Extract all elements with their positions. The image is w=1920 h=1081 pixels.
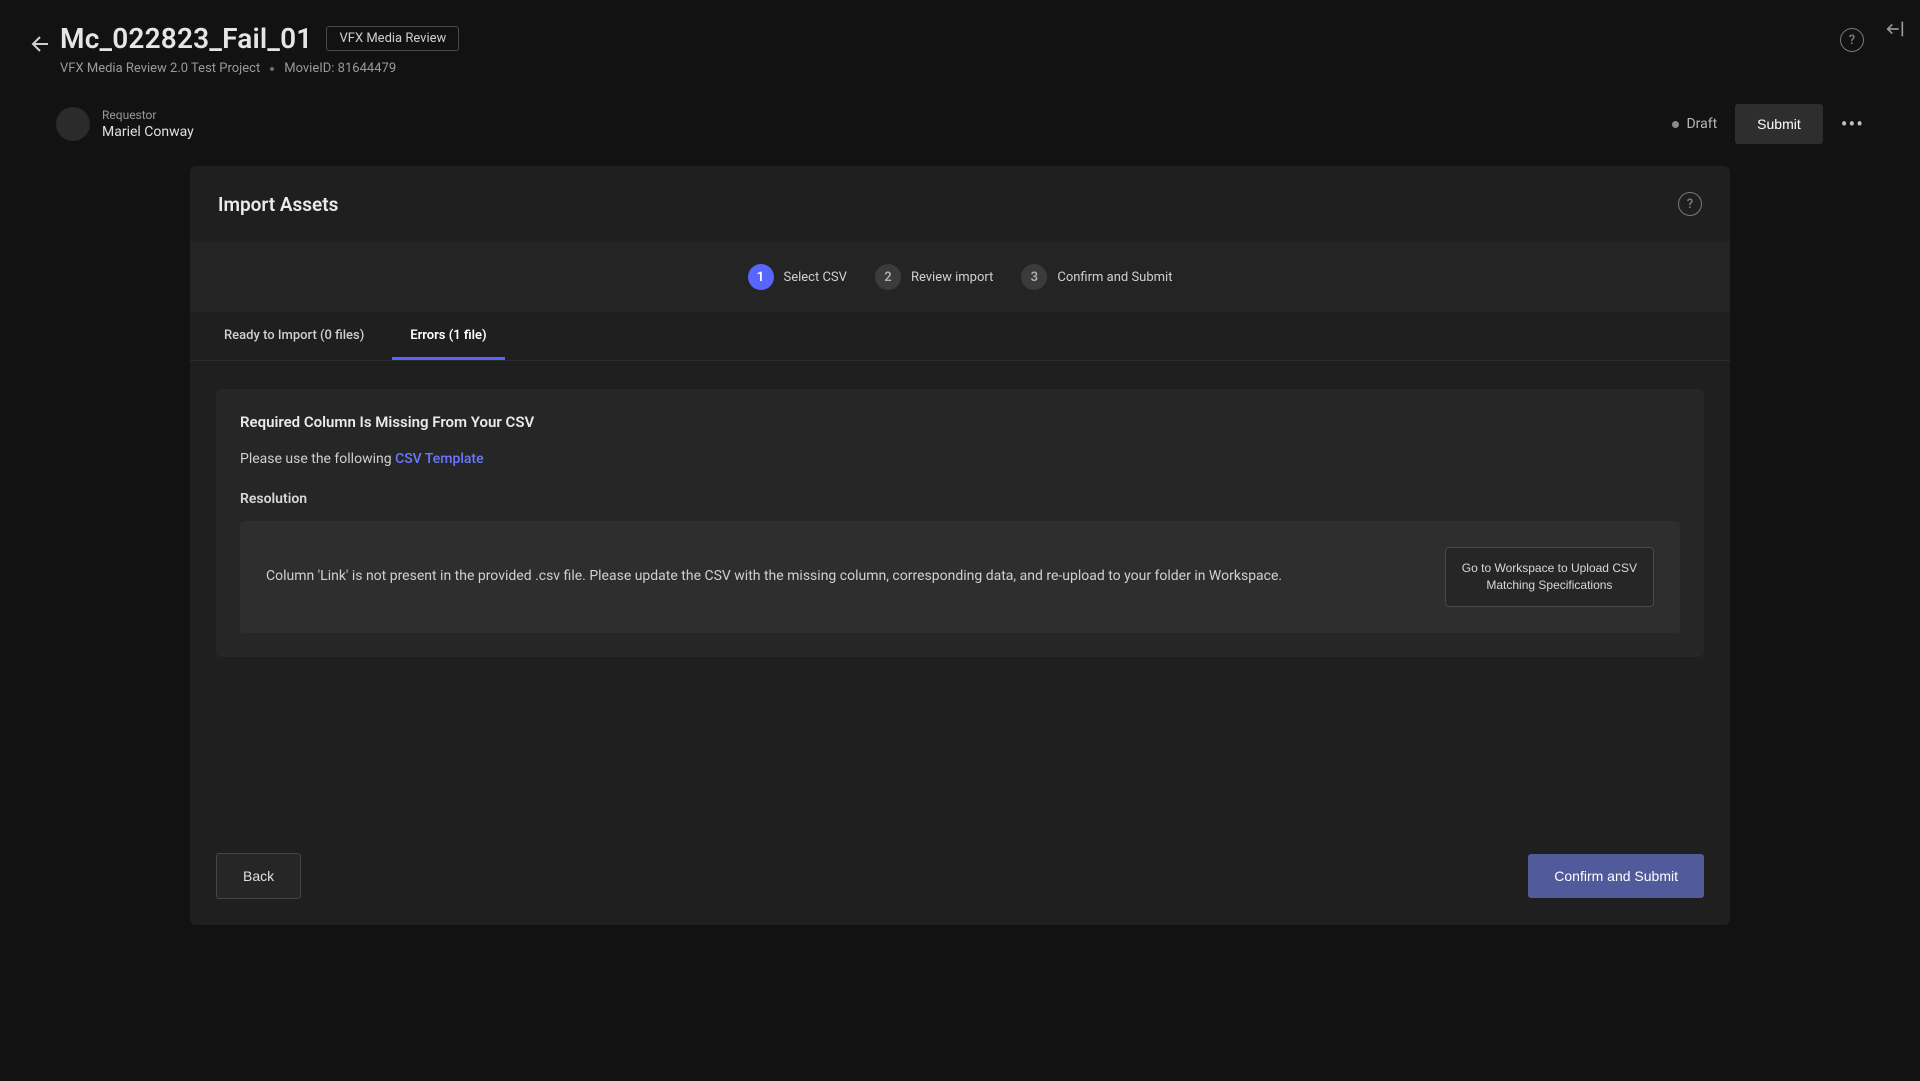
resolution-message: Column 'Link' is not present in the prov… bbox=[266, 566, 1425, 587]
step-label: Review import bbox=[911, 270, 993, 285]
error-hint: Please use the following CSV Template bbox=[240, 451, 1680, 467]
step-review-import[interactable]: 2 Review import bbox=[875, 264, 993, 290]
avatar bbox=[56, 107, 90, 141]
tabs: Ready to Import (0 files) Errors (1 file… bbox=[190, 312, 1730, 361]
resolution-box: Column 'Link' is not present in the prov… bbox=[240, 521, 1680, 633]
help-icon[interactable]: ? bbox=[1840, 28, 1864, 52]
page-header: Mc_022823_Fail_01 VFX Media Review VFX M… bbox=[0, 0, 1920, 86]
project-name: VFX Media Review 2.0 Test Project bbox=[60, 61, 260, 76]
requestor-name: Mariel Conway bbox=[102, 124, 194, 140]
error-card: Required Column Is Missing From Your CSV… bbox=[216, 389, 1704, 657]
step-number: 3 bbox=[1021, 264, 1047, 290]
status-text: Draft bbox=[1686, 116, 1717, 132]
page-title: Mc_022823_Fail_01 bbox=[60, 22, 312, 55]
submit-button[interactable]: Submit bbox=[1735, 104, 1823, 144]
step-label: Confirm and Submit bbox=[1057, 270, 1172, 285]
panel-help-icon[interactable]: ? bbox=[1678, 192, 1702, 216]
requestor-block: Requestor Mariel Conway bbox=[102, 108, 194, 140]
title-block: Mc_022823_Fail_01 VFX Media Review VFX M… bbox=[60, 22, 459, 76]
separator-dot-icon bbox=[270, 67, 274, 71]
project-type-tag: VFX Media Review bbox=[326, 26, 459, 51]
tab-errors[interactable]: Errors (1 file) bbox=[392, 312, 504, 360]
overflow-menu-icon[interactable]: ••• bbox=[1841, 112, 1864, 136]
confirm-and-submit-button[interactable]: Confirm and Submit bbox=[1528, 854, 1704, 898]
step-confirm-submit[interactable]: 3 Confirm and Submit bbox=[1021, 264, 1172, 290]
status-dot-icon bbox=[1672, 121, 1679, 128]
meta-row: Requestor Mariel Conway Draft Submit ••• bbox=[0, 86, 1920, 166]
step-label: Select CSV bbox=[784, 270, 847, 285]
panel-title: Import Assets bbox=[218, 193, 338, 216]
breadcrumb: VFX Media Review 2.0 Test Project MovieI… bbox=[60, 61, 459, 76]
go-to-workspace-button[interactable]: Go to Workspace to Upload CSV Matching S… bbox=[1445, 547, 1654, 607]
import-assets-panel: Import Assets ? 1 Select CSV 2 Review im… bbox=[190, 166, 1730, 925]
workspace-btn-line1: Go to Workspace to Upload CSV bbox=[1462, 561, 1637, 575]
step-select-csv[interactable]: 1 Select CSV bbox=[748, 264, 847, 290]
status-badge: Draft bbox=[1672, 116, 1717, 132]
movie-id: MovieID: 81644479 bbox=[284, 61, 396, 76]
panel-collapse-icon[interactable] bbox=[1882, 16, 1908, 46]
csv-template-link[interactable]: CSV Template bbox=[395, 451, 484, 467]
tab-ready-to-import[interactable]: Ready to Import (0 files) bbox=[206, 312, 382, 360]
step-number: 2 bbox=[875, 264, 901, 290]
requestor-label: Requestor bbox=[102, 108, 194, 122]
stepper: 1 Select CSV 2 Review import 3 Confirm a… bbox=[190, 242, 1730, 312]
workspace-btn-line2: Matching Specifications bbox=[1486, 578, 1612, 592]
error-hint-prefix: Please use the following bbox=[240, 451, 395, 467]
step-number: 1 bbox=[748, 264, 774, 290]
error-title: Required Column Is Missing From Your CSV bbox=[240, 413, 1680, 431]
back-button[interactable]: Back bbox=[216, 853, 301, 899]
resolution-label: Resolution bbox=[240, 491, 1680, 507]
back-arrow-icon[interactable] bbox=[26, 32, 50, 56]
